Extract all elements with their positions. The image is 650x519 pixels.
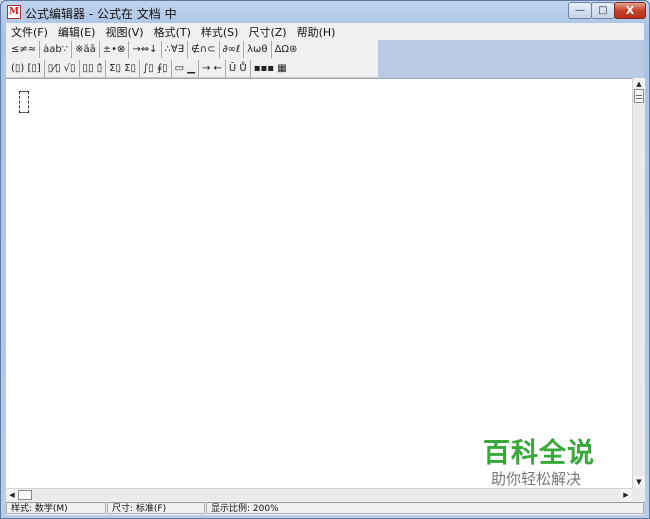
- menu-help[interactable]: 帮助(H): [292, 24, 341, 40]
- app-icon: M: [7, 5, 21, 19]
- close-button[interactable]: X: [614, 2, 646, 19]
- vertical-scroll-thumb[interactable]: [634, 89, 644, 103]
- menu-format[interactable]: 格式(T): [149, 24, 196, 40]
- misc-symbols-button[interactable]: ∂∞ℓ: [220, 41, 245, 58]
- menu-size[interactable]: 尺寸(Z): [243, 24, 291, 40]
- menu-view[interactable]: 视图(V): [100, 24, 148, 40]
- maximize-button[interactable]: □: [591, 2, 615, 19]
- menu-file[interactable]: 文件(F): [6, 24, 53, 40]
- script-templates-button[interactable]: ▯▯ ▯̂: [80, 60, 107, 77]
- status-size: 尺寸: 标准(F): [107, 502, 205, 514]
- matrix-templates-button[interactable]: ▪▪▪ ▦: [251, 60, 290, 77]
- horizontal-scroll-thumb[interactable]: [18, 490, 32, 500]
- menu-bar: 文件(F) 编辑(E) 视图(V) 格式(T) 样式(S) 尺寸(Z) 帮助(H…: [6, 23, 644, 40]
- menu-edit[interactable]: 编辑(E): [53, 24, 101, 40]
- arrow-symbols-button[interactable]: →⇔↓: [129, 41, 162, 58]
- template-palette-row: (▯) [▯] ▯⁄▯ √▯ ▯▯ ▯̂ Σ▯ Σ▯ ∫▯ ∮▯ ▭ ▁ → ←…: [8, 60, 290, 78]
- scroll-left-icon[interactable]: ◀: [6, 489, 18, 501]
- scroll-down-icon[interactable]: ▼: [633, 476, 645, 488]
- integral-templates-button[interactable]: ∫▯ ∮▯: [140, 60, 172, 77]
- greek-uppercase-button[interactable]: ΔΩ⊛: [272, 41, 301, 58]
- scroll-right-icon[interactable]: ▶: [620, 489, 632, 501]
- toolbar-background: [378, 40, 644, 78]
- menu-style[interactable]: 样式(S): [196, 24, 244, 40]
- status-style: 样式: 数学(M): [6, 502, 106, 514]
- input-slot[interactable]: [19, 91, 29, 113]
- set-theory-symbols-button[interactable]: ∉∩⊂: [188, 41, 220, 58]
- status-zoom: 显示比例: 200%: [206, 502, 644, 514]
- summation-templates-button[interactable]: Σ▯ Σ▯: [106, 60, 141, 77]
- symbol-palette-row: ≤≠≈ ȧab∵ ※äā ±•⊗ →⇔↓ ∴∀∃ ∉∩⊂ ∂∞ℓ λωθ ΔΩ⊛: [8, 41, 300, 59]
- products-templates-button[interactable]: Ū Ů: [226, 60, 251, 77]
- spaces-ellipses-button[interactable]: ȧab∵: [40, 41, 73, 58]
- watermark: 百科全说 助你轻松解决: [467, 431, 617, 495]
- labeled-arrow-templates-button[interactable]: → ←: [199, 60, 226, 77]
- bar-templates-button[interactable]: ▭ ▁: [172, 60, 199, 77]
- title-bar[interactable]: M 公式编辑器 - 公式在 文档 中 — □ X: [1, 1, 649, 23]
- equation-editor-window: M 公式编辑器 - 公式在 文档 中 — □ X 文件(F) 编辑(E) 视图(…: [0, 0, 650, 519]
- fraction-radical-templates-button[interactable]: ▯⁄▯ √▯: [45, 60, 80, 77]
- minimize-button[interactable]: —: [568, 2, 592, 19]
- window-title: 公式编辑器 - 公式在 文档 中: [25, 7, 177, 21]
- scrollbar-corner: [632, 488, 645, 501]
- watermark-title: 百科全说: [483, 438, 595, 469]
- relational-symbols-button[interactable]: ≤≠≈: [8, 41, 41, 58]
- embellishments-button[interactable]: ※äā: [72, 41, 100, 58]
- symbol-palette: ≤≠≈ ȧab∵ ※äā ±•⊗ →⇔↓ ∴∀∃ ∉∩⊂ ∂∞ℓ λωθ ΔΩ⊛…: [6, 40, 378, 78]
- status-bar: 样式: 数学(M) 尺寸: 标准(F) 显示比例: 200%: [6, 501, 644, 515]
- equation-editing-area[interactable]: [6, 78, 632, 488]
- watermark-subtitle: 助你轻松解决: [491, 470, 582, 488]
- operator-symbols-button[interactable]: ±•⊗: [100, 41, 130, 58]
- vertical-scrollbar[interactable]: ▲ ▼: [632, 78, 645, 488]
- greek-lowercase-button[interactable]: λωθ: [244, 41, 272, 58]
- logical-symbols-button[interactable]: ∴∀∃: [162, 41, 189, 58]
- fence-templates-button[interactable]: (▯) [▯]: [8, 60, 45, 77]
